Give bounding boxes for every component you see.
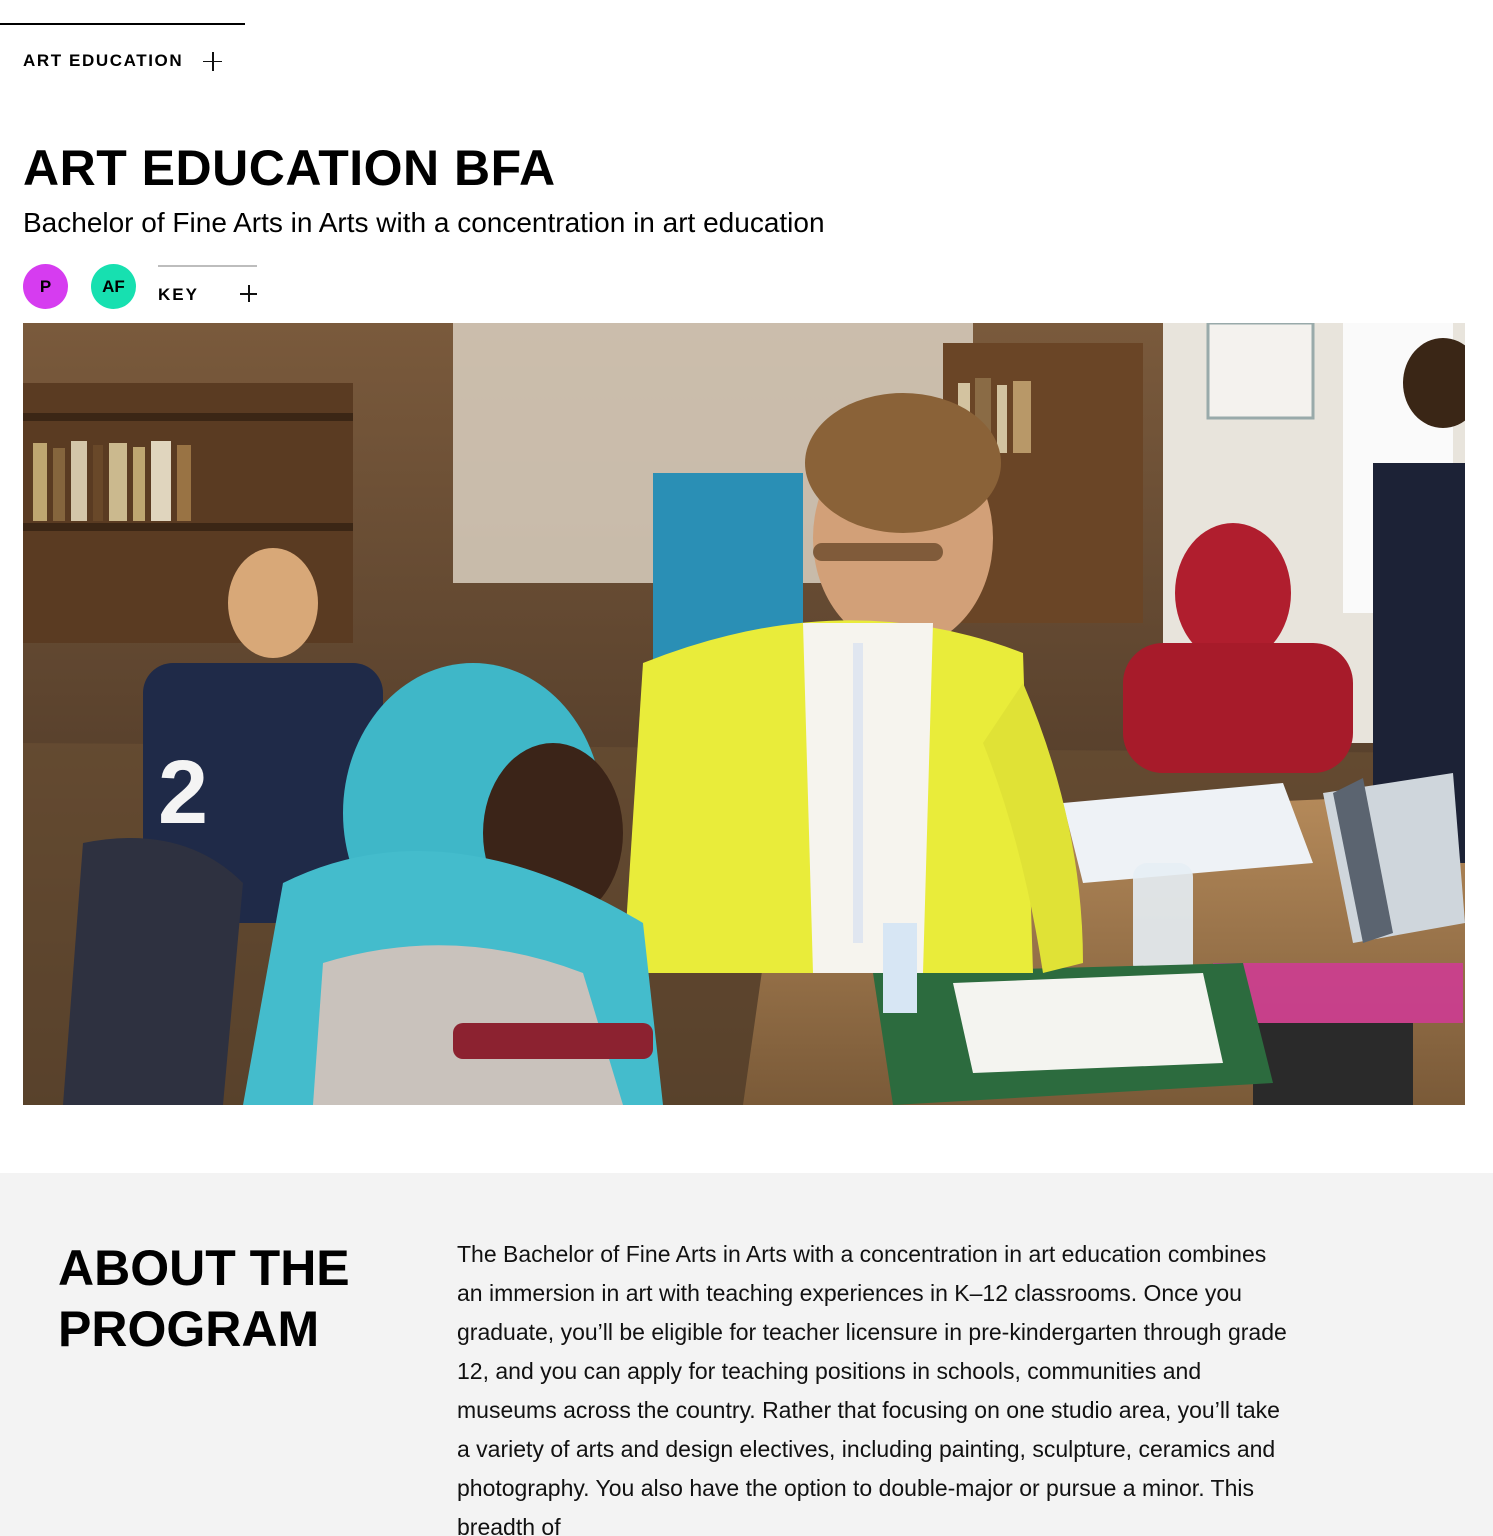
top-divider: [0, 23, 245, 25]
about-section: ABOUT THE PROGRAM The Bachelor of Fine A…: [0, 1173, 1493, 1536]
plus-icon: [240, 285, 257, 302]
breadcrumb-toggle[interactable]: ART EDUCATION: [23, 48, 223, 74]
breadcrumb-label: ART EDUCATION: [23, 51, 184, 70]
about-heading: ABOUT THE PROGRAM: [58, 1240, 350, 1357]
hero-photo: 2: [23, 323, 1465, 1105]
page-subtitle: Bachelor of Fine Arts in Arts with a con…: [23, 207, 825, 238]
page-title: ART EDUCATION BFA: [23, 140, 556, 196]
key-toggle[interactable]: KEY: [158, 265, 257, 311]
program-badge-af[interactable]: AF: [91, 264, 136, 309]
key-label: KEY: [158, 285, 199, 304]
plus-icon: [203, 51, 223, 71]
svg-text:2: 2: [158, 743, 208, 843]
program-badge-p[interactable]: P: [23, 264, 68, 309]
about-body: The Bachelor of Fine Arts in Arts with a…: [457, 1241, 1287, 1536]
hero-image: 2: [23, 323, 1465, 1105]
